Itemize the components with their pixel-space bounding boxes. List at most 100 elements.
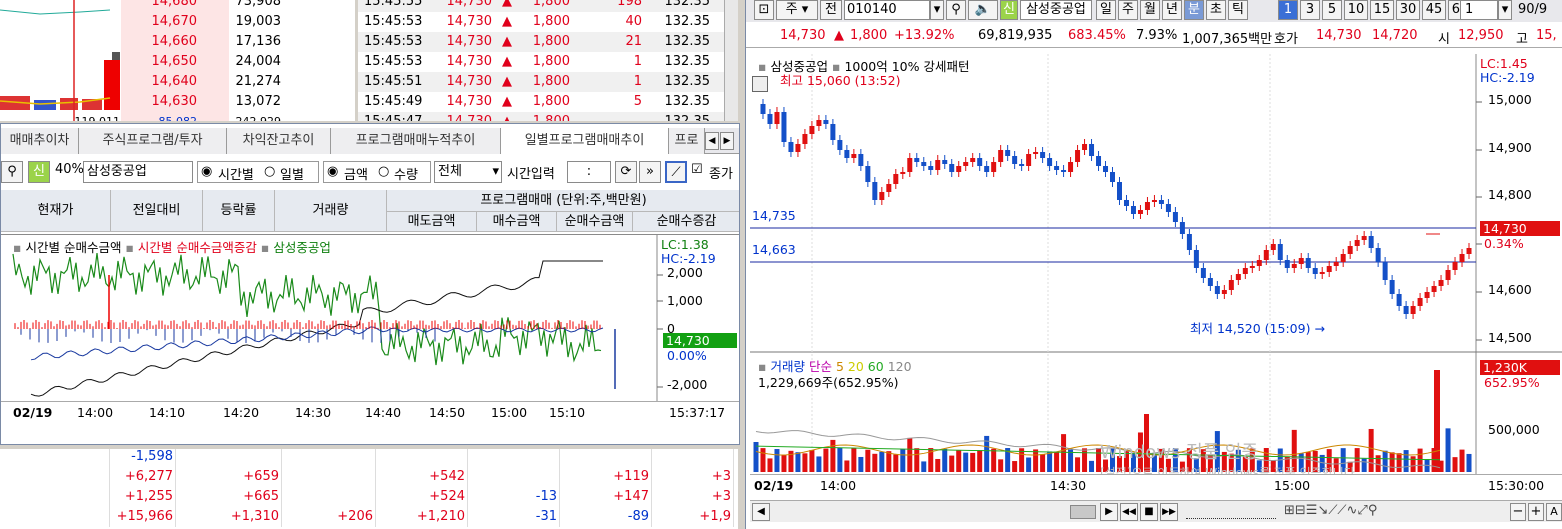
candle-body [1445, 270, 1451, 280]
zoom-in-icon[interactable]: + [1528, 503, 1544, 521]
new-stock-badge[interactable]: 신 [28, 161, 50, 183]
interval-button[interactable]: 5 [1322, 0, 1342, 20]
radio-qty[interactable]: ○ [378, 164, 389, 179]
radio-amount[interactable]: ◉ [327, 164, 338, 179]
jeon-button[interactable]: 전 [820, 0, 842, 20]
volume-bar [886, 451, 892, 472]
period-button[interactable]: 분 [1184, 0, 1204, 20]
period-button[interactable]: 초 [1206, 0, 1226, 20]
table-cell: -31 [468, 507, 560, 527]
volume-bar [1382, 450, 1388, 472]
tab-scroll-left-button[interactable]: ◀ [705, 132, 719, 150]
volume-bar [1075, 457, 1081, 472]
quote-hoga-label: 호가 [1274, 32, 1298, 47]
volume-bar [865, 449, 871, 472]
lc-label: LC:1.38 [661, 237, 709, 252]
volume-bar [760, 448, 766, 472]
interval-button[interactable]: 1 [1278, 0, 1298, 20]
rewind-icon[interactable]: ◀◀ [1120, 503, 1138, 521]
refresh-icon[interactable]: ⟳ [615, 161, 637, 183]
candle-body [1040, 152, 1046, 158]
scroll-left-icon[interactable]: ◀ [752, 503, 770, 521]
candle-body [1151, 200, 1157, 202]
play-icon[interactable]: ▶ [1100, 503, 1118, 521]
zoom-out-icon[interactable]: − [1510, 503, 1526, 521]
interval-button[interactable]: 30 [1396, 0, 1420, 20]
time-input[interactable]: : [567, 161, 611, 183]
radio-timewise-label: 시간별 [218, 168, 254, 183]
stock-name-field[interactable]: 삼성중공업 [83, 161, 193, 183]
chart-toggle-icon[interactable]: ⟋ [665, 161, 687, 183]
table-cell: +206 [282, 507, 376, 527]
volume-bar [844, 460, 850, 472]
period-button[interactable]: 월 [1140, 0, 1160, 20]
volume-bar [830, 439, 836, 472]
interval-button[interactable]: 45 [1422, 0, 1446, 20]
interval-dropdown[interactable]: ▾ [1498, 0, 1512, 20]
tab-program-cumulative[interactable]: 프로그램매매누적추이 [331, 128, 501, 154]
tick-change: 1,800 [532, 0, 570, 9]
search-icon[interactable]: ⚲ [1, 161, 23, 183]
candle-body [1019, 164, 1025, 166]
period-button[interactable]: 년 [1162, 0, 1182, 20]
candle-body [1137, 210, 1143, 214]
fast-forward-icon[interactable]: ▶▶ [1160, 503, 1178, 521]
interval-button[interactable]: 15 [1370, 0, 1394, 20]
stock-name-field[interactable]: 삼성중공업 [1020, 0, 1092, 20]
ticks-scrollbar[interactable] [724, 0, 738, 121]
calc-icon[interactable] [752, 76, 768, 92]
candle-body [1047, 158, 1053, 166]
tick-price: 14,730 [446, 34, 493, 49]
next-icon[interactable]: » [639, 161, 661, 183]
radio-daily[interactable]: ○ [264, 164, 275, 179]
candle-body [1096, 156, 1102, 166]
tab-trend-diff[interactable]: 매매추이차 [1, 128, 79, 154]
drawing-tools-icon[interactable]: ⊞⊟☰↘⟋⟋∿⤢⚲ [1284, 503, 1464, 521]
speaker-icon[interactable]: 🔈 [968, 0, 998, 20]
quote-volume-pct: 683.45% [1068, 28, 1126, 43]
candle-body [1256, 260, 1262, 266]
quote-open: 12,950 [1458, 28, 1504, 43]
tick-time: 15:45:51 [364, 74, 423, 89]
volume-bar [1445, 428, 1451, 472]
col-net-buy: 순매수금액 [557, 212, 633, 232]
volume-bar [1040, 454, 1046, 472]
candle-body [1054, 166, 1060, 170]
col-sell-amount: 매도금액 [387, 212, 477, 232]
tab-daily-program[interactable]: 일별프로그램매매추이 [501, 128, 669, 154]
search-icon[interactable]: ⚲ [946, 0, 966, 20]
interval-button[interactable]: 3 [1300, 0, 1320, 20]
period-button[interactable]: 틱 [1228, 0, 1248, 20]
period-button[interactable]: 일 [1096, 0, 1116, 20]
radio-timewise[interactable]: ◉ [201, 164, 212, 179]
market-select[interactable]: 전체 ▾ [434, 161, 502, 183]
zoom-slider[interactable] [1186, 505, 1276, 519]
tab-arbitrage-balance[interactable]: 차익잔고추이 [227, 128, 331, 154]
code-dropdown[interactable]: ▾ [930, 0, 944, 20]
chart-scrollbar[interactable]: ◀ ▶ ◀◀ ■ ▶▶ ⊞⊟☰↘⟋⟋∿⤢⚲ − + A [750, 500, 1562, 522]
x-tick: 14:20 [223, 405, 260, 420]
chart-menu-icon[interactable]: ⊡ [754, 0, 774, 20]
shin-badge[interactable]: 신 [1000, 0, 1018, 20]
line2-label: 14,663 [752, 242, 796, 257]
period-button[interactable]: 주 [1118, 0, 1138, 20]
close-price-checkbox[interactable]: ☑ [691, 162, 703, 177]
stock-code-input[interactable]: 010140 [844, 0, 930, 20]
tab-program-more[interactable]: 프로 [669, 128, 705, 154]
period-type-select[interactable]: 주 ▾ [776, 0, 818, 20]
candle-body [977, 158, 983, 166]
scroll-thumb[interactable] [1070, 505, 1096, 519]
price-x-axis: 02/19 14:00 14:30 15:00 15:30:00 [750, 474, 1562, 496]
candle-body [963, 162, 969, 166]
interval-button[interactable]: 10 [1344, 0, 1368, 20]
tab-program-investor[interactable]: 주식프로그램/투자 [79, 128, 227, 154]
candle-body [1214, 286, 1220, 294]
volume-value: 1,229,669주(652.95%) [758, 375, 899, 390]
ask-price: 14,640 [151, 74, 198, 89]
font-size-icon[interactable]: A [1546, 503, 1562, 521]
interval-select[interactable]: 1 [1460, 0, 1498, 20]
stop-icon[interactable]: ■ [1140, 503, 1158, 521]
tick-pct: 132.35 [652, 112, 711, 121]
volume-bar [1417, 448, 1423, 472]
tab-scroll-right-button[interactable]: ▶ [720, 132, 734, 150]
